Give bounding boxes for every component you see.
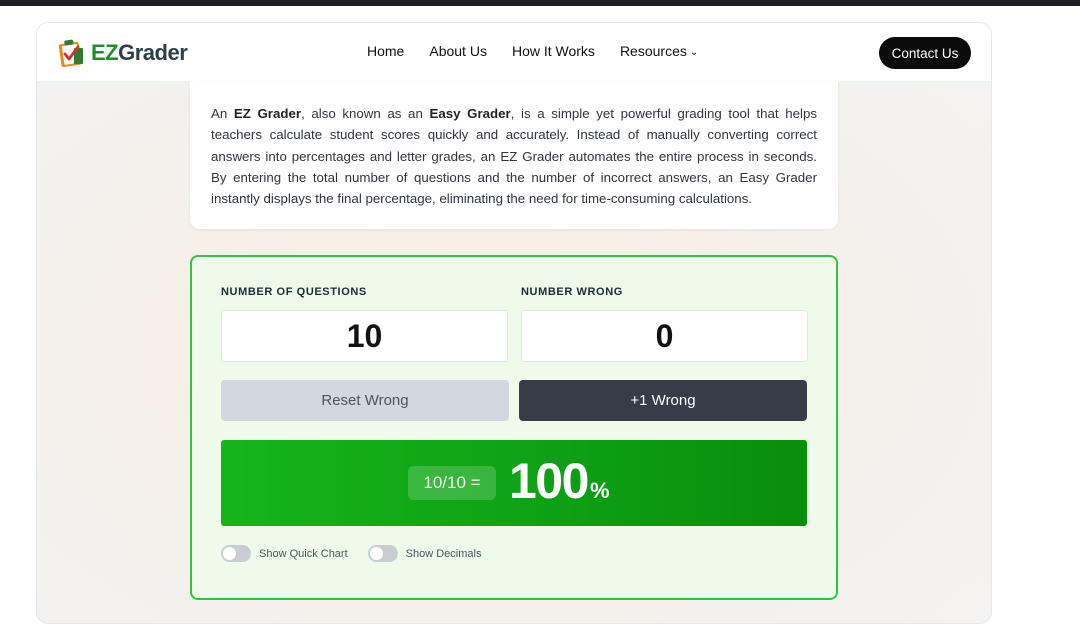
site-header: EZGrader Home About Us How It Works Reso… (37, 23, 991, 82)
quick-chart-label: Show Quick Chart (259, 547, 348, 560)
site-logo[interactable]: EZGrader (57, 37, 188, 69)
score-percent: 100% (509, 452, 610, 510)
intro-text-1: An (211, 106, 234, 121)
quick-chart-toggle[interactable]: Show Quick Chart (221, 545, 348, 562)
wrong-label: NUMBER WRONG (521, 286, 623, 298)
add-wrong-button[interactable]: +1 Wrong (519, 380, 807, 421)
page-container: EZGrader Home About Us How It Works Reso… (36, 22, 992, 624)
logo-grader: Grader (118, 40, 188, 65)
decimals-switch[interactable] (367, 545, 398, 562)
quick-chart-switch[interactable] (221, 545, 251, 562)
switch-knob (369, 547, 383, 560)
logo-ez: EZ (91, 40, 119, 65)
switch-knob (223, 547, 236, 560)
options-toggles: Show Quick Chart Show Decimals (221, 545, 501, 562)
intro-paragraph: An EZ Grader, also known as an Easy Grad… (211, 103, 817, 209)
nav-resources-label: Resources (619, 43, 687, 59)
chevron-down-icon: ⌄ (689, 47, 699, 58)
score-fraction: 10/10 = (408, 466, 496, 500)
intro-text-2: , also known as an (301, 106, 430, 121)
questions-input[interactable]: 10 (221, 310, 508, 362)
grader-calculator: NUMBER OF QUESTIONS NUMBER WRONG 10 0 Re… (190, 255, 838, 600)
percent-symbol: % (589, 478, 610, 503)
questions-label: NUMBER OF QUESTIONS (221, 286, 367, 298)
nav-how-it-works[interactable]: How It Works (512, 43, 595, 59)
logo-text: EZGrader (91, 40, 188, 66)
browser-top-bar (0, 0, 1080, 6)
decimals-label: Show Decimals (405, 547, 482, 560)
nav-about[interactable]: About Us (429, 43, 487, 59)
intro-bold-easy-grader: Easy Grader (429, 106, 511, 121)
wrong-input[interactable]: 0 (521, 310, 808, 362)
reset-wrong-button[interactable]: Reset Wrong (221, 380, 509, 421)
intro-bold-ez-grader: EZ Grader (233, 106, 302, 121)
nav-home[interactable]: Home (367, 43, 404, 59)
result-panel: 10/10 = 100% (221, 440, 807, 526)
intro-card: An EZ Grader, also known as an Easy Grad… (190, 81, 838, 229)
decimals-toggle[interactable]: Show Decimals (367, 545, 482, 562)
contact-us-button[interactable]: Contact Us (879, 37, 971, 69)
intro-text-3: , is a simple yet powerful grading tool … (211, 106, 817, 207)
clipboard-check-icon (58, 39, 83, 68)
nav-resources[interactable]: Resources ⌄ (620, 43, 698, 59)
percent-value: 100 (509, 453, 589, 509)
main-nav: Home About Us How It Works Resources ⌄ (367, 43, 723, 59)
